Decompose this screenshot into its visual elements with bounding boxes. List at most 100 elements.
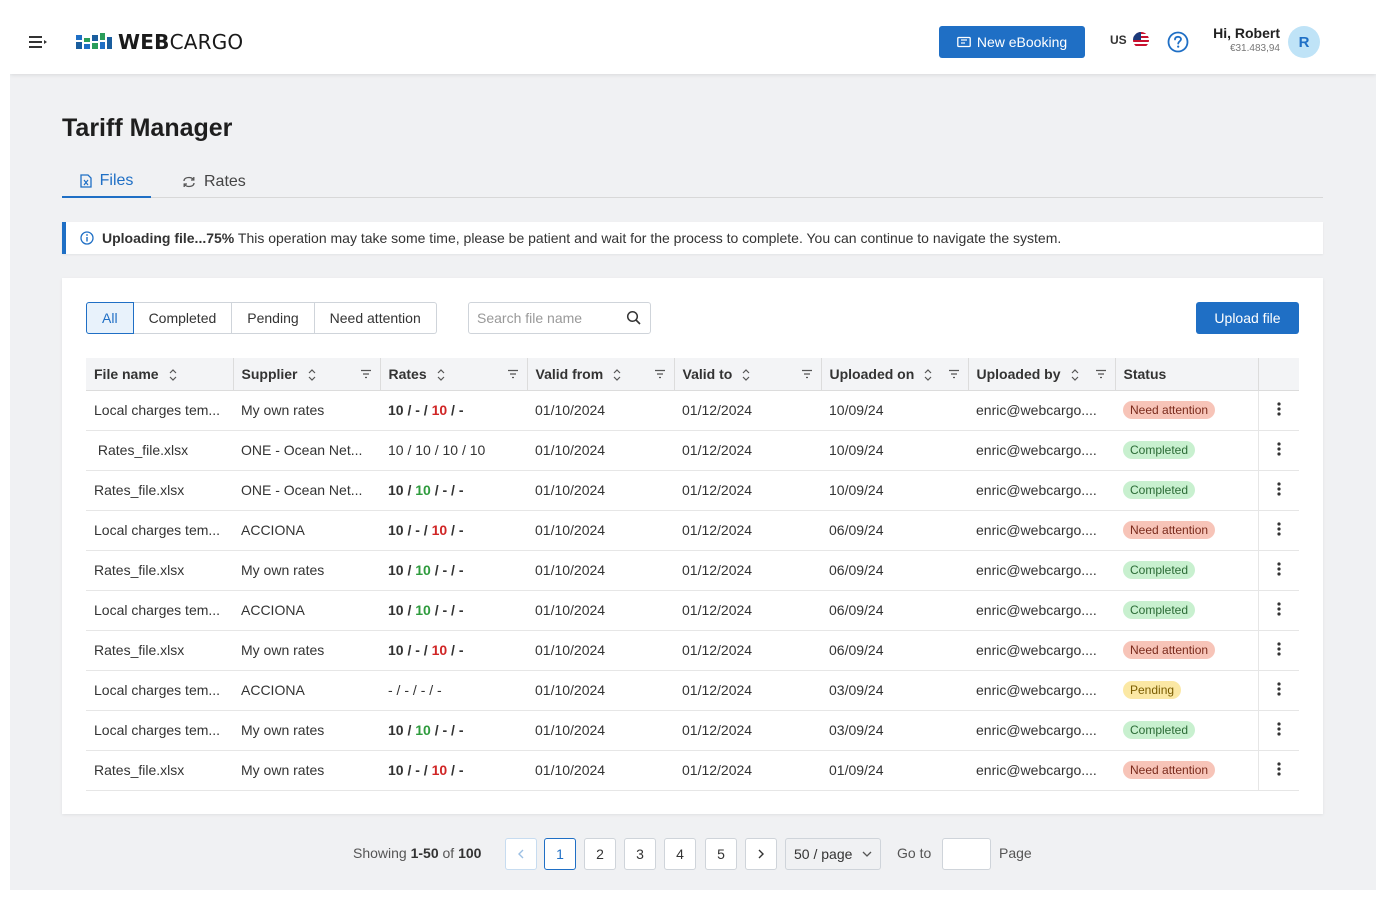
row-actions-cell[interactable]: [1257, 390, 1299, 431]
cell-supplier: ACCIONA: [233, 590, 380, 631]
cell-supplier: My own rates: [233, 550, 380, 591]
more-vertical-icon[interactable]: [1277, 721, 1281, 736]
page-size-select[interactable]: 50 / page: [785, 838, 881, 870]
column-header-uploaded-by[interactable]: Uploaded by: [968, 358, 1116, 391]
column-header-uploaded-on[interactable]: Uploaded on: [821, 358, 969, 391]
page-button-1[interactable]: 1: [544, 838, 576, 870]
upload-file-button[interactable]: Upload file: [1196, 302, 1299, 334]
cell-valid-to: 01/12/2024: [674, 750, 821, 791]
cell-rates: 10 / - / 10 / -: [380, 750, 527, 791]
row-actions-cell[interactable]: [1257, 750, 1299, 791]
cell-status: Completed: [1115, 550, 1258, 591]
cell-uploaded-on: 06/09/24: [821, 590, 968, 631]
tab-files[interactable]: Files: [62, 166, 151, 198]
info-icon: [80, 231, 94, 245]
next-page-button[interactable]: [745, 838, 777, 870]
search-input[interactable]: [477, 310, 617, 326]
files-card: All Completed Pending Need attention Upl…: [62, 278, 1323, 814]
cell-uploaded-on: 03/09/24: [821, 670, 968, 711]
table-row[interactable]: Local charges tem... ACCIONA - / - / - / -…: [86, 670, 1299, 711]
menu-toggle-icon[interactable]: [28, 32, 48, 52]
page-button-4[interactable]: 4: [664, 838, 696, 870]
cell-rates: 10 / 10 / - / -: [380, 590, 527, 631]
cell-supplier: My own rates: [233, 390, 380, 431]
filter-completed[interactable]: Completed: [133, 302, 233, 334]
more-vertical-icon[interactable]: [1277, 761, 1281, 776]
more-vertical-icon[interactable]: [1277, 441, 1281, 456]
more-vertical-icon[interactable]: [1277, 481, 1281, 496]
rate-value: -: [415, 642, 420, 658]
row-actions-cell[interactable]: [1257, 430, 1299, 471]
goto-page-input[interactable]: [942, 838, 991, 870]
row-actions-cell[interactable]: [1257, 470, 1299, 511]
cell-uploaded-on: 06/09/24: [821, 630, 968, 671]
table-row[interactable]: Rates_file.xlsx My own rates 10 / 10 / - /…: [86, 550, 1299, 591]
logo-text: WEBCARGO: [118, 30, 244, 54]
cell-status: Completed: [1115, 430, 1258, 471]
more-vertical-icon[interactable]: [1277, 401, 1281, 416]
alert-message: This operation may take some time, pleas…: [237, 230, 1062, 246]
cell-rates: 10 / 10 / 10 / 10: [380, 430, 527, 471]
cell-file-name: Local charges tem...: [86, 590, 233, 631]
language-code: US: [1110, 33, 1127, 47]
row-actions-cell[interactable]: [1257, 510, 1299, 551]
status-badge: Need attention: [1123, 641, 1216, 659]
column-header-supplier[interactable]: Supplier: [233, 358, 381, 391]
more-vertical-icon[interactable]: [1277, 521, 1281, 536]
pagination-summary: Showing 1-50 of 100: [353, 845, 482, 861]
rate-value: -: [458, 482, 464, 498]
row-actions-cell[interactable]: [1257, 590, 1299, 631]
status-badge: Pending: [1123, 681, 1182, 699]
table-row[interactable]: Local charges tem... My own rates 10 / 10 …: [86, 710, 1299, 751]
filter-pending[interactable]: Pending: [232, 302, 315, 334]
rate-value: 10: [431, 642, 448, 658]
new-ebooking-label: New eBooking: [976, 34, 1068, 50]
page-button-3[interactable]: 3: [624, 838, 656, 870]
help-icon[interactable]: [1167, 31, 1189, 53]
filter-icon: [801, 369, 812, 379]
user-info[interactable]: Hi, Robert €31.483,94: [1206, 25, 1280, 54]
prev-page-button[interactable]: [505, 838, 537, 870]
row-actions-cell[interactable]: [1257, 550, 1299, 591]
rate-value: -: [388, 682, 393, 698]
table-row[interactable]: Local charges tem... ACCIONA 10 / 10 / - /…: [86, 590, 1299, 631]
table-row[interactable]: Rates_file.xlsx My own rates 10 / - / 10 /…: [86, 750, 1299, 791]
search-icon[interactable]: [626, 310, 642, 326]
table-row[interactable]: Rates_file.xlsx ONE - Ocean Net... 10 / 10…: [86, 470, 1299, 511]
column-header-status[interactable]: Status: [1115, 358, 1259, 391]
cell-uploaded-on: 10/09/24: [821, 390, 968, 431]
more-vertical-icon[interactable]: [1277, 641, 1281, 656]
tab-rates[interactable]: Rates: [182, 166, 246, 197]
rate-value: 10: [431, 402, 448, 418]
avatar[interactable]: R: [1288, 26, 1320, 58]
language-selector[interactable]: US: [1110, 32, 1149, 48]
table-row[interactable]: Local charges tem... ACCIONA 10 / - / 10 /…: [86, 510, 1299, 551]
sort-icon: [308, 369, 315, 381]
page-button-5[interactable]: 5: [705, 838, 737, 870]
new-ebooking-button[interactable]: New eBooking: [939, 26, 1085, 58]
column-header-valid-from[interactable]: Valid from: [527, 358, 675, 391]
rate-value: 10: [431, 762, 448, 778]
filter-all[interactable]: All: [86, 302, 134, 334]
status-badge: Need attention: [1123, 761, 1216, 779]
rate-value: -: [458, 402, 464, 418]
more-vertical-icon[interactable]: [1277, 681, 1281, 696]
table-row[interactable]: Rates_file.xlsx My own rates 10 / - / 10 /…: [86, 630, 1299, 671]
rate-value: -: [415, 402, 420, 418]
column-header-valid-to[interactable]: Valid to: [674, 358, 822, 391]
page-button-2[interactable]: 2: [584, 838, 616, 870]
filter-need-attention[interactable]: Need attention: [314, 302, 437, 334]
cell-uploaded-by: enric@webcargo....: [968, 430, 1115, 471]
column-header-file-name[interactable]: File name: [86, 358, 234, 391]
table-row[interactable]: Rates_file.xlsx ONE - Ocean Net... 10 / 10…: [86, 430, 1299, 471]
webcargo-logo[interactable]: WEBCARGO: [76, 30, 243, 54]
row-actions-cell[interactable]: [1257, 670, 1299, 711]
row-actions-cell[interactable]: [1257, 630, 1299, 671]
column-header-rates[interactable]: Rates: [380, 358, 528, 391]
cell-uploaded-by: enric@webcargo....: [968, 510, 1115, 551]
more-vertical-icon[interactable]: [1277, 601, 1281, 616]
table-row[interactable]: Local charges tem... My own rates 10 / - /…: [86, 390, 1299, 431]
row-actions-cell[interactable]: [1257, 710, 1299, 751]
cell-valid-to: 01/12/2024: [674, 630, 821, 671]
more-vertical-icon[interactable]: [1277, 561, 1281, 576]
